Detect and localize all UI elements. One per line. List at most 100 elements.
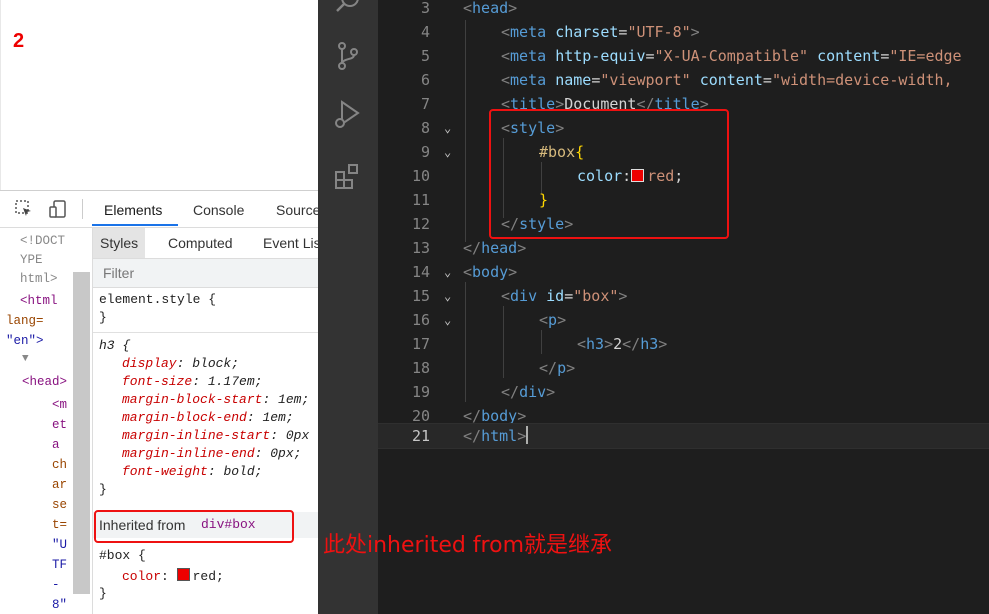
rule-close-brace: }: [99, 482, 107, 497]
code-line[interactable]: 19 </div>: [378, 380, 989, 404]
device-toggle-icon[interactable]: [48, 199, 68, 219]
box-declaration[interactable]: color: red;: [122, 568, 224, 584]
rule-close-brace: }: [99, 586, 107, 601]
code-text: </html>: [463, 426, 529, 445]
highlight-inherited-box: [94, 510, 294, 543]
styles-pane: Styles Computed Event Lis Filter element…: [93, 228, 318, 614]
meta-node-fragment[interactable]: <m: [52, 398, 67, 412]
css-value: 0px: [285, 428, 310, 443]
tab-elements[interactable]: Elements: [104, 202, 162, 218]
line-number: 12: [411, 215, 430, 233]
code-line[interactable]: 3 <head>: [378, 0, 989, 20]
code-text: <p>: [539, 311, 567, 329]
extensions-icon[interactable]: [332, 160, 364, 192]
doctype-line[interactable]: <!DOCT: [20, 234, 65, 248]
line-number: 9: [420, 143, 430, 161]
doctype-line[interactable]: html>: [20, 272, 58, 286]
current-code-line[interactable]: 21 </html>: [378, 423, 989, 449]
rendered-heading: 2: [13, 30, 25, 52]
search-icon[interactable]: [332, 0, 364, 18]
css-property: margin-block-start: [122, 392, 263, 407]
css-value: 1em;: [262, 410, 294, 425]
devtools-toolbar: Elements Console Source: [0, 191, 318, 228]
code-line[interactable]: 6 <meta name="viewport" content="width=d…: [378, 68, 989, 92]
h3-declaration[interactable]: margin-block-end: 1em;: [122, 410, 294, 425]
meta-value-fragment: "U: [52, 538, 68, 552]
fold-chevron-icon[interactable]: ⌄: [444, 308, 451, 332]
line-number: 19: [411, 383, 430, 401]
code-text: <meta http-equiv="X-UA-Compatible" conte…: [501, 47, 962, 65]
tab-computed[interactable]: Computed: [168, 235, 233, 251]
tab-console[interactable]: Console: [193, 202, 244, 218]
code-line[interactable]: 4 <meta charset="UTF-8">: [378, 20, 989, 44]
filter-placeholder: Filter: [103, 265, 135, 281]
css-value: block;: [192, 356, 240, 371]
fold-chevron-icon[interactable]: ⌄: [444, 260, 451, 284]
tab-styles[interactable]: Styles: [93, 228, 146, 258]
line-number: 21: [411, 427, 430, 445]
rule-close-brace: }: [99, 310, 107, 325]
line-number: 3: [420, 0, 430, 17]
activity-bar: [318, 0, 378, 614]
tab-sources[interactable]: Source: [276, 202, 318, 218]
code-line[interactable]: 13 </head>: [378, 236, 989, 260]
highlight-style-block: [489, 109, 729, 239]
css-value: 0px;: [270, 446, 302, 461]
line-number: 11: [411, 191, 430, 209]
line-number: 14: [411, 263, 430, 281]
code-text: </head>: [463, 239, 527, 257]
code-line[interactable]: 5 <meta http-equiv="X-UA-Compatible" con…: [378, 44, 989, 68]
h3-declaration[interactable]: margin-inline-start: 0px: [122, 428, 309, 443]
code-text: <div id="box">: [501, 287, 628, 305]
code-line[interactable]: 17 <h3>2</h3>: [378, 332, 989, 356]
dom-tree-scrollbar[interactable]: [73, 272, 90, 594]
html-node[interactable]: <html: [20, 294, 58, 308]
inspect-icon[interactable]: [14, 199, 34, 219]
code-line[interactable]: 14 ⌄ <body>: [378, 260, 989, 284]
code-line[interactable]: 16 ⌄ <p>: [378, 308, 989, 332]
styles-subtabs: Styles Computed Event Lis: [93, 228, 318, 259]
styles-filter-input[interactable]: Filter: [93, 259, 318, 288]
tab-event-listeners[interactable]: Event Lis: [263, 235, 318, 251]
line-number: 10: [411, 167, 430, 185]
run-debug-icon[interactable]: [332, 98, 364, 130]
doctype-line[interactable]: YPE: [20, 253, 43, 267]
line-number: 16: [411, 311, 430, 329]
meta-attr-fragment: ar: [52, 478, 68, 492]
expand-arrow-icon[interactable]: ▼: [22, 353, 29, 365]
css-property: margin-inline-start: [122, 428, 271, 443]
meta-value-fragment: -: [52, 578, 60, 592]
h3-declaration[interactable]: display: block;: [122, 356, 239, 371]
fold-chevron-icon[interactable]: ⌄: [444, 116, 451, 140]
h3-declaration[interactable]: font-size: 1.17em;: [122, 374, 262, 389]
code-area[interactable]: 3 <head> 4 <meta charset="UTF-8"> 5 <met…: [378, 0, 989, 614]
line-number: 8: [420, 119, 430, 137]
code-line[interactable]: 15 ⌄ <div id="box">: [378, 284, 989, 308]
fold-chevron-icon[interactable]: ⌄: [444, 140, 451, 164]
meta-node-fragment: a: [52, 438, 60, 452]
line-number: 7: [420, 95, 430, 113]
source-control-icon[interactable]: [332, 40, 364, 72]
toolbar-divider: [82, 199, 83, 219]
element-style-selector[interactable]: element.style {: [99, 292, 216, 307]
line-number: 15: [411, 287, 430, 305]
h3-declaration[interactable]: margin-block-start: 1em;: [122, 392, 309, 407]
code-line[interactable]: 18 </p>: [378, 356, 989, 380]
head-node[interactable]: <head>: [22, 375, 67, 389]
text-cursor: [526, 426, 529, 444]
code-text: <h3>2</h3>: [577, 335, 668, 353]
css-value: 1em;: [278, 392, 310, 407]
line-number: 18: [411, 359, 430, 377]
color-swatch-icon[interactable]: [176, 568, 190, 581]
box-selector[interactable]: #box {: [99, 548, 146, 563]
code-editor: 3 <head> 4 <meta charset="UTF-8"> 5 <met…: [318, 0, 989, 614]
line-number: 4: [420, 23, 430, 41]
css-property: margin-inline-end: [122, 446, 255, 461]
css-property: color: [122, 569, 162, 584]
h3-selector[interactable]: h3 {: [99, 338, 130, 353]
h3-declaration[interactable]: font-weight: bold;: [122, 464, 262, 479]
css-value: 1.17em;: [207, 374, 263, 389]
fold-chevron-icon[interactable]: ⌄: [444, 284, 451, 308]
h3-declaration[interactable]: margin-inline-end: 0px;: [122, 446, 301, 461]
dom-tree: <!DOCT YPE html> <html lang= "en"> ▼ <he…: [0, 228, 93, 614]
